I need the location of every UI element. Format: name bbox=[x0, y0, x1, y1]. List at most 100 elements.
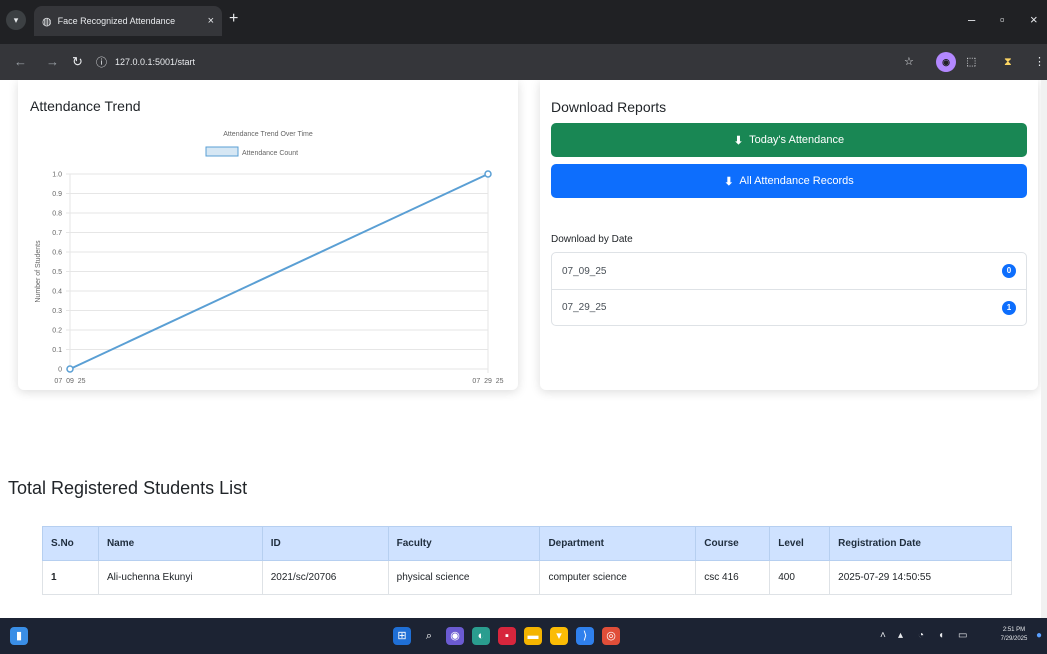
table-cell: csc 416 bbox=[695, 560, 771, 595]
bookmark-star-icon[interactable]: ☆ bbox=[904, 55, 914, 69]
download-today-label: Today's Attendance bbox=[749, 134, 845, 146]
windows-taskbar: ▮ ⊞ ⌕ ◉ ◐ ▪ ▬ ▾ ⟩ ◎ ˄ ▴ ◔ ◖ ▭ 2:51 PM 7/… bbox=[0, 618, 1047, 654]
browser-tab[interactable]: ◍ Face Recognized Attendance × bbox=[34, 6, 222, 36]
chevron-up-icon[interactable]: ˄ bbox=[880, 630, 886, 642]
battery-icon[interactable]: ▭ bbox=[958, 630, 967, 642]
vscode-icon[interactable]: ⟩ bbox=[576, 627, 594, 645]
y-tick-label: 0.8 bbox=[52, 211, 62, 218]
table-cell: Ali-uchenna Ekunyi bbox=[97, 560, 263, 595]
date-count-badge: 0 bbox=[1002, 264, 1016, 278]
legend-swatch bbox=[205, 146, 239, 157]
y-tick-label: 0.2 bbox=[52, 328, 62, 335]
table-row: 1 Ali-uchenna Ekunyi 2021/sc/20706 physi… bbox=[42, 560, 1012, 595]
chrome-icon[interactable]: ◎ bbox=[602, 627, 620, 645]
column-header: Registration Date bbox=[829, 526, 1012, 561]
column-header: ID bbox=[261, 526, 389, 561]
y-tick-label: 0.4 bbox=[52, 289, 62, 296]
trend-card-title: Attendance Trend bbox=[30, 98, 141, 114]
extension-icon[interactable]: ⧗ bbox=[1004, 55, 1012, 69]
download-all-label: All Attendance Records bbox=[739, 175, 854, 187]
taskbar-clock[interactable]: 2:51 PM 7/29/2025 bbox=[996, 626, 1032, 644]
page-viewport: Attendance Trend Attendance Trend Over T… bbox=[0, 80, 1047, 618]
y-tick-label: 0.1 bbox=[52, 347, 62, 354]
x-tick-label: 07_09_25 bbox=[54, 378, 85, 384]
maximize-icon[interactable]: ▫ bbox=[1000, 10, 1005, 30]
y-tick-label: 0.5 bbox=[52, 269, 62, 276]
globe-icon: ◍ bbox=[42, 15, 52, 28]
notification-icon[interactable]: ● bbox=[1036, 630, 1042, 642]
y-tick-label: 0.3 bbox=[52, 308, 62, 315]
download-by-date-label: Download by Date bbox=[551, 234, 633, 245]
attendance-trend-card: Attendance Trend Attendance Trend Over T… bbox=[18, 80, 518, 390]
search-icon[interactable]: ⌕ bbox=[420, 627, 438, 645]
new-tab-icon[interactable]: + bbox=[229, 9, 238, 29]
date-item-label: 07_09_25 bbox=[562, 265, 607, 277]
site-info-icon[interactable]: ⓘ bbox=[96, 54, 107, 70]
tab-search-icon[interactable]: ▾ bbox=[6, 10, 26, 30]
download-today-button[interactable]: ⬇ Today's Attendance bbox=[551, 123, 1027, 157]
column-header: S.No bbox=[42, 526, 99, 561]
edge-icon[interactable]: ◐ bbox=[472, 627, 490, 645]
table-cell: computer science bbox=[539, 560, 697, 595]
chart-title: Attendance Trend Over Time bbox=[223, 131, 313, 138]
column-header: Name bbox=[97, 526, 263, 561]
wifi-icon[interactable]: ◔ bbox=[918, 630, 924, 642]
clock-time: 2:51 PM bbox=[1002, 627, 1026, 633]
clock-date: 7/29/2025 bbox=[1000, 636, 1028, 642]
volume-icon[interactable]: ◖ bbox=[938, 630, 944, 642]
reload-icon[interactable]: ↻ bbox=[72, 53, 83, 71]
download-icon: ⬇ bbox=[724, 175, 734, 188]
chat-icon[interactable]: ◉ bbox=[446, 627, 464, 645]
extensions-icon[interactable]: ⬚ bbox=[966, 55, 976, 69]
date-item-label: 07_29_25 bbox=[562, 302, 607, 313]
reports-card-title: Download Reports bbox=[551, 99, 667, 115]
table-cell: 400 bbox=[769, 560, 831, 595]
attendance-trend-chart: Attendance Trend Over Time Attendance Cou… bbox=[35, 131, 504, 384]
students-list-heading: Total Registered Students List bbox=[8, 478, 248, 498]
y-tick-label: 0.7 bbox=[52, 230, 62, 237]
tab-title: Face Recognized Attendance bbox=[57, 16, 176, 26]
date-list: 07_09_25 0 07_29_25 1 bbox=[551, 252, 1027, 326]
column-header: Department bbox=[539, 526, 697, 561]
back-arrow-icon[interactable]: ← bbox=[14, 53, 27, 71]
y-tick-label: 1.0 bbox=[52, 172, 62, 179]
close-tab-icon[interactable]: × bbox=[208, 15, 214, 27]
column-header: Faculty bbox=[387, 526, 541, 561]
y-tick-label: 0.9 bbox=[52, 191, 62, 198]
data-point bbox=[66, 365, 74, 373]
y-tick-label: 0.6 bbox=[52, 250, 62, 257]
browser-toolbar: ← → ↻ ⓘ 127.0.0.1:5001/start ☆ ◉ ⬚ ⧗ ⋮ bbox=[0, 44, 1047, 80]
column-header: Course bbox=[695, 526, 771, 561]
data-point bbox=[484, 170, 492, 178]
widgets-icon[interactable]: ▮ bbox=[10, 627, 28, 645]
profile-avatar[interactable]: ◉ bbox=[936, 52, 956, 72]
table-cell: 2025-07-29 14:50:55 bbox=[829, 560, 1012, 595]
date-item-07-29-25[interactable]: 07_29_25 1 bbox=[552, 289, 1026, 325]
address-bar[interactable]: ⓘ 127.0.0.1:5001/start bbox=[96, 50, 906, 74]
tray-icon[interactable]: ▴ bbox=[898, 630, 903, 642]
y-tick-label: 0 bbox=[58, 367, 62, 374]
students-table: S.No Name ID Faculty Department Course L… bbox=[42, 526, 1012, 595]
page-scrollbar[interactable] bbox=[1041, 80, 1047, 618]
app-icon[interactable]: ▾ bbox=[550, 627, 568, 645]
minimize-icon[interactable]: – bbox=[968, 10, 975, 30]
start-icon[interactable]: ⊞ bbox=[393, 627, 411, 645]
y-axis-label: Number of Students bbox=[35, 240, 42, 303]
date-item-07-09-25[interactable]: 07_09_25 0 bbox=[552, 253, 1026, 289]
forward-arrow-icon[interactable]: → bbox=[46, 53, 59, 71]
table-cell: physical science bbox=[387, 560, 541, 595]
more-menu-icon[interactable]: ⋮ bbox=[1034, 55, 1045, 69]
download-icon: ⬇ bbox=[733, 134, 744, 147]
folder-icon[interactable]: ▬ bbox=[524, 627, 542, 645]
column-header: Level bbox=[769, 526, 831, 561]
download-all-button[interactable]: ⬇ All Attendance Records bbox=[551, 164, 1027, 198]
url-text: 127.0.0.1:5001/start bbox=[115, 57, 196, 67]
app-icon[interactable]: ▪ bbox=[498, 627, 516, 645]
x-tick-label: 07_29_25 bbox=[472, 378, 503, 384]
close-window-icon[interactable]: × bbox=[1030, 10, 1038, 30]
download-reports-card: Download Reports ⬇ Today's Attendance ⬇ … bbox=[540, 80, 1038, 390]
table-cell: 2021/sc/20706 bbox=[261, 560, 389, 595]
date-count-badge: 1 bbox=[1002, 300, 1016, 315]
browser-tabstrip: ▾ ◍ Face Recognized Attendance × + – ▫ × bbox=[0, 0, 1047, 44]
table-header-row: S.No Name ID Faculty Department Course L… bbox=[42, 526, 1012, 561]
